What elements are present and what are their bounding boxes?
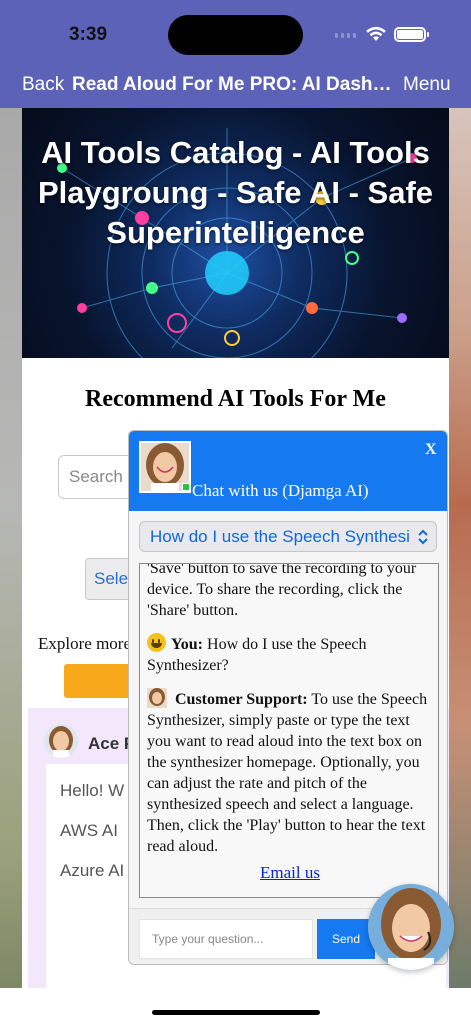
send-button[interactable]: Send bbox=[317, 919, 375, 959]
question-input[interactable]: Type your question... bbox=[139, 919, 313, 959]
chevron-updown-icon bbox=[418, 529, 428, 545]
selected-question: How do I use the Speech Synthesi bbox=[150, 527, 410, 546]
smiley-icon bbox=[147, 633, 166, 652]
home-area bbox=[0, 988, 471, 1024]
background-image-left bbox=[0, 108, 22, 988]
status-bar: 3:39 bbox=[0, 0, 471, 66]
status-time: 3:39 bbox=[69, 24, 108, 45]
chat-header: Chat with us (Djamga AI) X bbox=[129, 431, 447, 511]
assistant-avatar bbox=[44, 724, 78, 758]
chat-messages[interactable]: 'Save' button to save the recording to y… bbox=[139, 563, 439, 898]
input-placeholder: Type your question... bbox=[152, 932, 264, 946]
signal-icon bbox=[335, 33, 357, 39]
back-button[interactable]: Back bbox=[22, 74, 64, 96]
background-image-right bbox=[449, 108, 471, 988]
message-text: 'Save' button to save the recording to y… bbox=[147, 563, 417, 619]
nav-title: Read Aloud For Me PRO: AI Dashboa... bbox=[72, 74, 398, 95]
chat-message: 'Save' button to save the recording to y… bbox=[147, 563, 431, 621]
chat-message-support: Customer Support: To use the Speech Synt… bbox=[147, 688, 431, 857]
chat-launcher-avatar[interactable] bbox=[368, 884, 454, 970]
chat-title: Chat with us (Djamga AI) bbox=[192, 481, 369, 500]
hero-banner: AI Tools Catalog - AI Tools Playgroung -… bbox=[22, 108, 449, 358]
support-mini-avatar bbox=[147, 688, 167, 708]
search-placeholder: Search bbox=[69, 467, 123, 486]
menu-button[interactable]: Menu bbox=[403, 74, 451, 96]
home-indicator[interactable] bbox=[152, 1010, 320, 1015]
email-link[interactable]: Email us bbox=[140, 863, 438, 883]
recommend-title: Recommend AI Tools For Me bbox=[85, 386, 386, 412]
message-label: You: bbox=[171, 636, 204, 653]
online-indicator bbox=[182, 483, 190, 491]
close-button[interactable]: X bbox=[425, 441, 437, 459]
question-select[interactable]: How do I use the Speech Synthesi bbox=[139, 521, 437, 552]
nav-bar: Back Read Aloud For Me PRO: AI Dashboa..… bbox=[0, 66, 471, 108]
message-label: Customer Support: bbox=[175, 691, 308, 708]
wifi-icon bbox=[366, 26, 386, 41]
message-text: To use the Speech Synthesizer, simply pa… bbox=[147, 691, 428, 855]
explore-text: Explore more bbox=[38, 634, 131, 653]
battery-icon bbox=[394, 27, 429, 42]
chat-message-user: You: How do I use the Speech Synthesizer… bbox=[147, 633, 431, 676]
hero-title: AI Tools Catalog - AI Tools Playgroung -… bbox=[37, 135, 434, 250]
dynamic-island bbox=[168, 15, 303, 55]
